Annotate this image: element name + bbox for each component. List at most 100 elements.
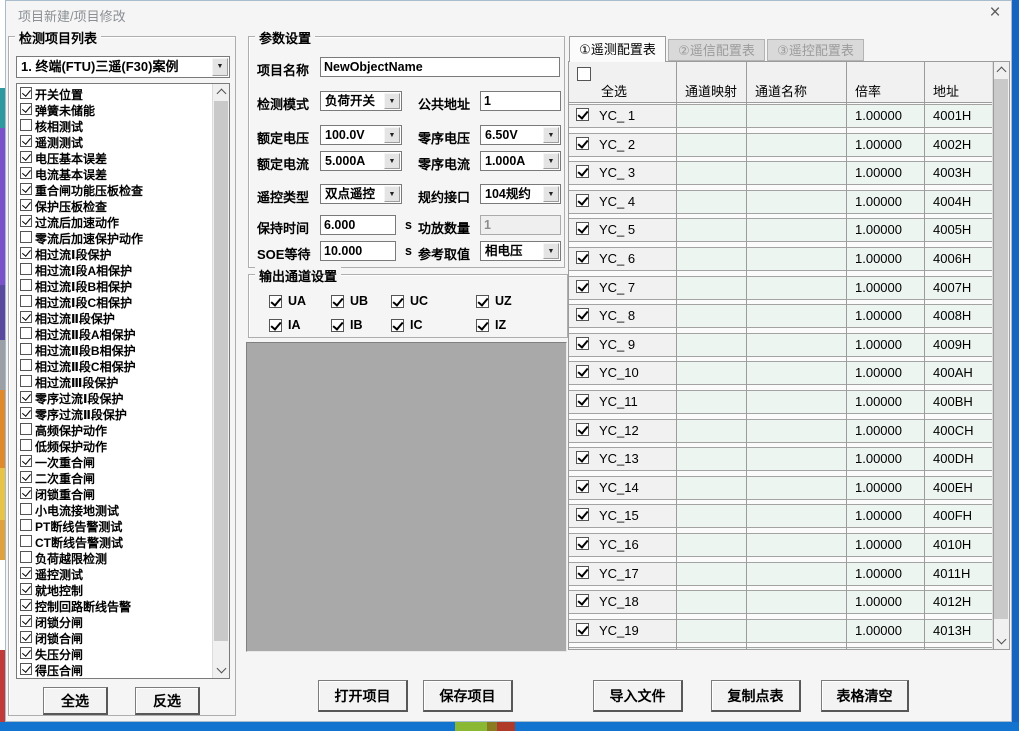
list-item[interactable]: 相过流Ⅰ段B相保护 [18,277,211,293]
scroll-up-button[interactable] [213,84,229,100]
cell-address[interactable]: 400BH [924,391,993,413]
chevron-down-icon[interactable]: ▼ [543,186,559,202]
save-project-button[interactable]: 保存项目 [423,680,513,712]
cell-mapping[interactable] [676,477,746,499]
row-checkbox[interactable] [576,280,589,293]
item-checkbox[interactable] [20,327,32,339]
cell-mapping[interactable] [676,591,746,613]
list-item[interactable]: 小电流接地测试 [18,501,211,517]
cell-address[interactable]: 4005H [924,219,993,241]
cell-channel-name[interactable] [746,334,846,356]
chevron-down-icon[interactable]: ▼ [543,153,559,169]
row-checkbox[interactable] [576,566,589,579]
chevron-down-icon[interactable]: ▼ [384,127,400,143]
cell-ratio[interactable]: 1.00000 [846,362,924,384]
cell-select[interactable]: YC_ 5 [569,219,676,241]
row-checkbox[interactable] [576,165,589,178]
close-icon[interactable]: × [984,2,1006,24]
project-name-input[interactable] [320,57,560,77]
list-item[interactable]: 二次重合闸 [18,469,211,485]
item-checkbox[interactable] [20,423,32,435]
list-item[interactable]: 控制回路断线告警 [18,597,211,613]
cell-select[interactable]: YC_ 4 [569,191,676,213]
cell-mapping[interactable] [676,191,746,213]
scroll-up-button[interactable] [993,62,1009,78]
cell-address[interactable] [924,648,993,649]
cell-mapping[interactable] [676,248,746,270]
preset-dropdown[interactable]: 1. 终端(FTU)三遥(F30)案例 ▼ [16,56,230,78]
common-address-input[interactable] [480,91,561,111]
cell-address[interactable]: 400DH [924,448,993,470]
table-scrollbar-thumb[interactable] [994,79,1008,619]
list-item[interactable]: 一次重合闸 [18,453,211,469]
list-item[interactable]: 高频保护动作 [18,421,211,437]
cell-select[interactable]: YC_ 7 [569,277,676,299]
cell-address[interactable]: 4012H [924,591,993,613]
item-checkbox[interactable] [20,103,32,115]
list-item[interactable]: 低频保护动作 [18,437,211,453]
cell-address[interactable]: 4013H [924,620,993,642]
list-item[interactable]: 相过流Ⅲ段保护 [18,373,211,389]
row-checkbox[interactable] [576,537,589,550]
cell-channel-name[interactable] [746,591,846,613]
tab-yc-config[interactable]: ①遥测配置表 [569,36,666,62]
cell-select[interactable]: YC_11 [569,391,676,413]
cell-select[interactable]: YC_15 [569,505,676,527]
list-item[interactable]: 零流后加速保护动作 [18,229,211,245]
chevron-down-icon[interactable]: ▼ [212,58,228,76]
remote-type-dropdown[interactable]: 双点遥控▼ [320,184,402,204]
cell-ratio[interactable]: 1.00000 [846,334,924,356]
cell-mapping[interactable] [676,134,746,156]
cell-mapping[interactable] [676,219,746,241]
cell-channel-name[interactable] [746,134,846,156]
channel-checkbox[interactable] [269,295,282,308]
channel-checkbox[interactable] [391,319,404,332]
item-checkbox[interactable] [20,183,32,195]
channel-checkbox[interactable] [331,319,344,332]
item-checkbox[interactable] [20,647,32,659]
item-checkbox[interactable] [20,119,32,131]
cell-select[interactable]: YC_ 8 [569,305,676,327]
list-item[interactable]: 闭锁重合闸 [18,485,211,501]
list-item[interactable]: 就地控制 [18,581,211,597]
cell-mapping[interactable] [676,420,746,442]
cell-ratio[interactable]: 1.00000 [846,277,924,299]
cell-address[interactable]: 4001H [924,105,993,127]
item-checkbox[interactable] [20,391,32,403]
cell-mapping[interactable] [676,305,746,327]
cell-address[interactable]: 4010H [924,534,993,556]
list-item[interactable]: 相过流Ⅱ段B相保护 [18,341,211,357]
cell-channel-name[interactable] [746,191,846,213]
item-checkbox[interactable] [20,199,32,211]
row-checkbox[interactable] [576,108,589,121]
channel-checkbox[interactable] [476,295,489,308]
import-file-button[interactable]: 导入文件 [593,680,683,712]
item-checkbox[interactable] [20,247,32,259]
row-checkbox[interactable] [576,308,589,321]
cell-select[interactable]: YC_ 3 [569,162,676,184]
list-scrollbar[interactable] [212,84,229,678]
item-checkbox[interactable] [20,663,32,675]
item-checkbox[interactable] [20,343,32,355]
cell-channel-name[interactable] [746,648,846,649]
list-item[interactable]: 失压分闸 [18,645,211,661]
cell-mapping[interactable] [676,620,746,642]
table-scrollbar[interactable] [992,62,1009,649]
list-item[interactable]: 闭锁合闸 [18,629,211,645]
row-checkbox[interactable] [576,480,589,493]
tab-yk-config[interactable]: ③遥控配置表 [767,39,864,61]
cell-select[interactable]: YC_ 6 [569,248,676,270]
list-item[interactable]: 重合闸功能压板检查 [18,181,211,197]
item-checkbox[interactable] [20,583,32,595]
cell-select[interactable]: YC_ 9 [569,334,676,356]
select-all-checkbox[interactable] [577,67,591,81]
row-checkbox[interactable] [576,222,589,235]
item-checkbox[interactable] [20,551,32,563]
item-checkbox[interactable] [20,295,32,307]
item-checkbox[interactable] [20,631,32,643]
cell-address[interactable]: 400CH [924,420,993,442]
cell-mapping[interactable] [676,334,746,356]
cell-ratio[interactable]: 1.00000 [846,477,924,499]
item-checkbox[interactable] [20,167,32,179]
cell-ratio[interactable] [846,648,924,649]
